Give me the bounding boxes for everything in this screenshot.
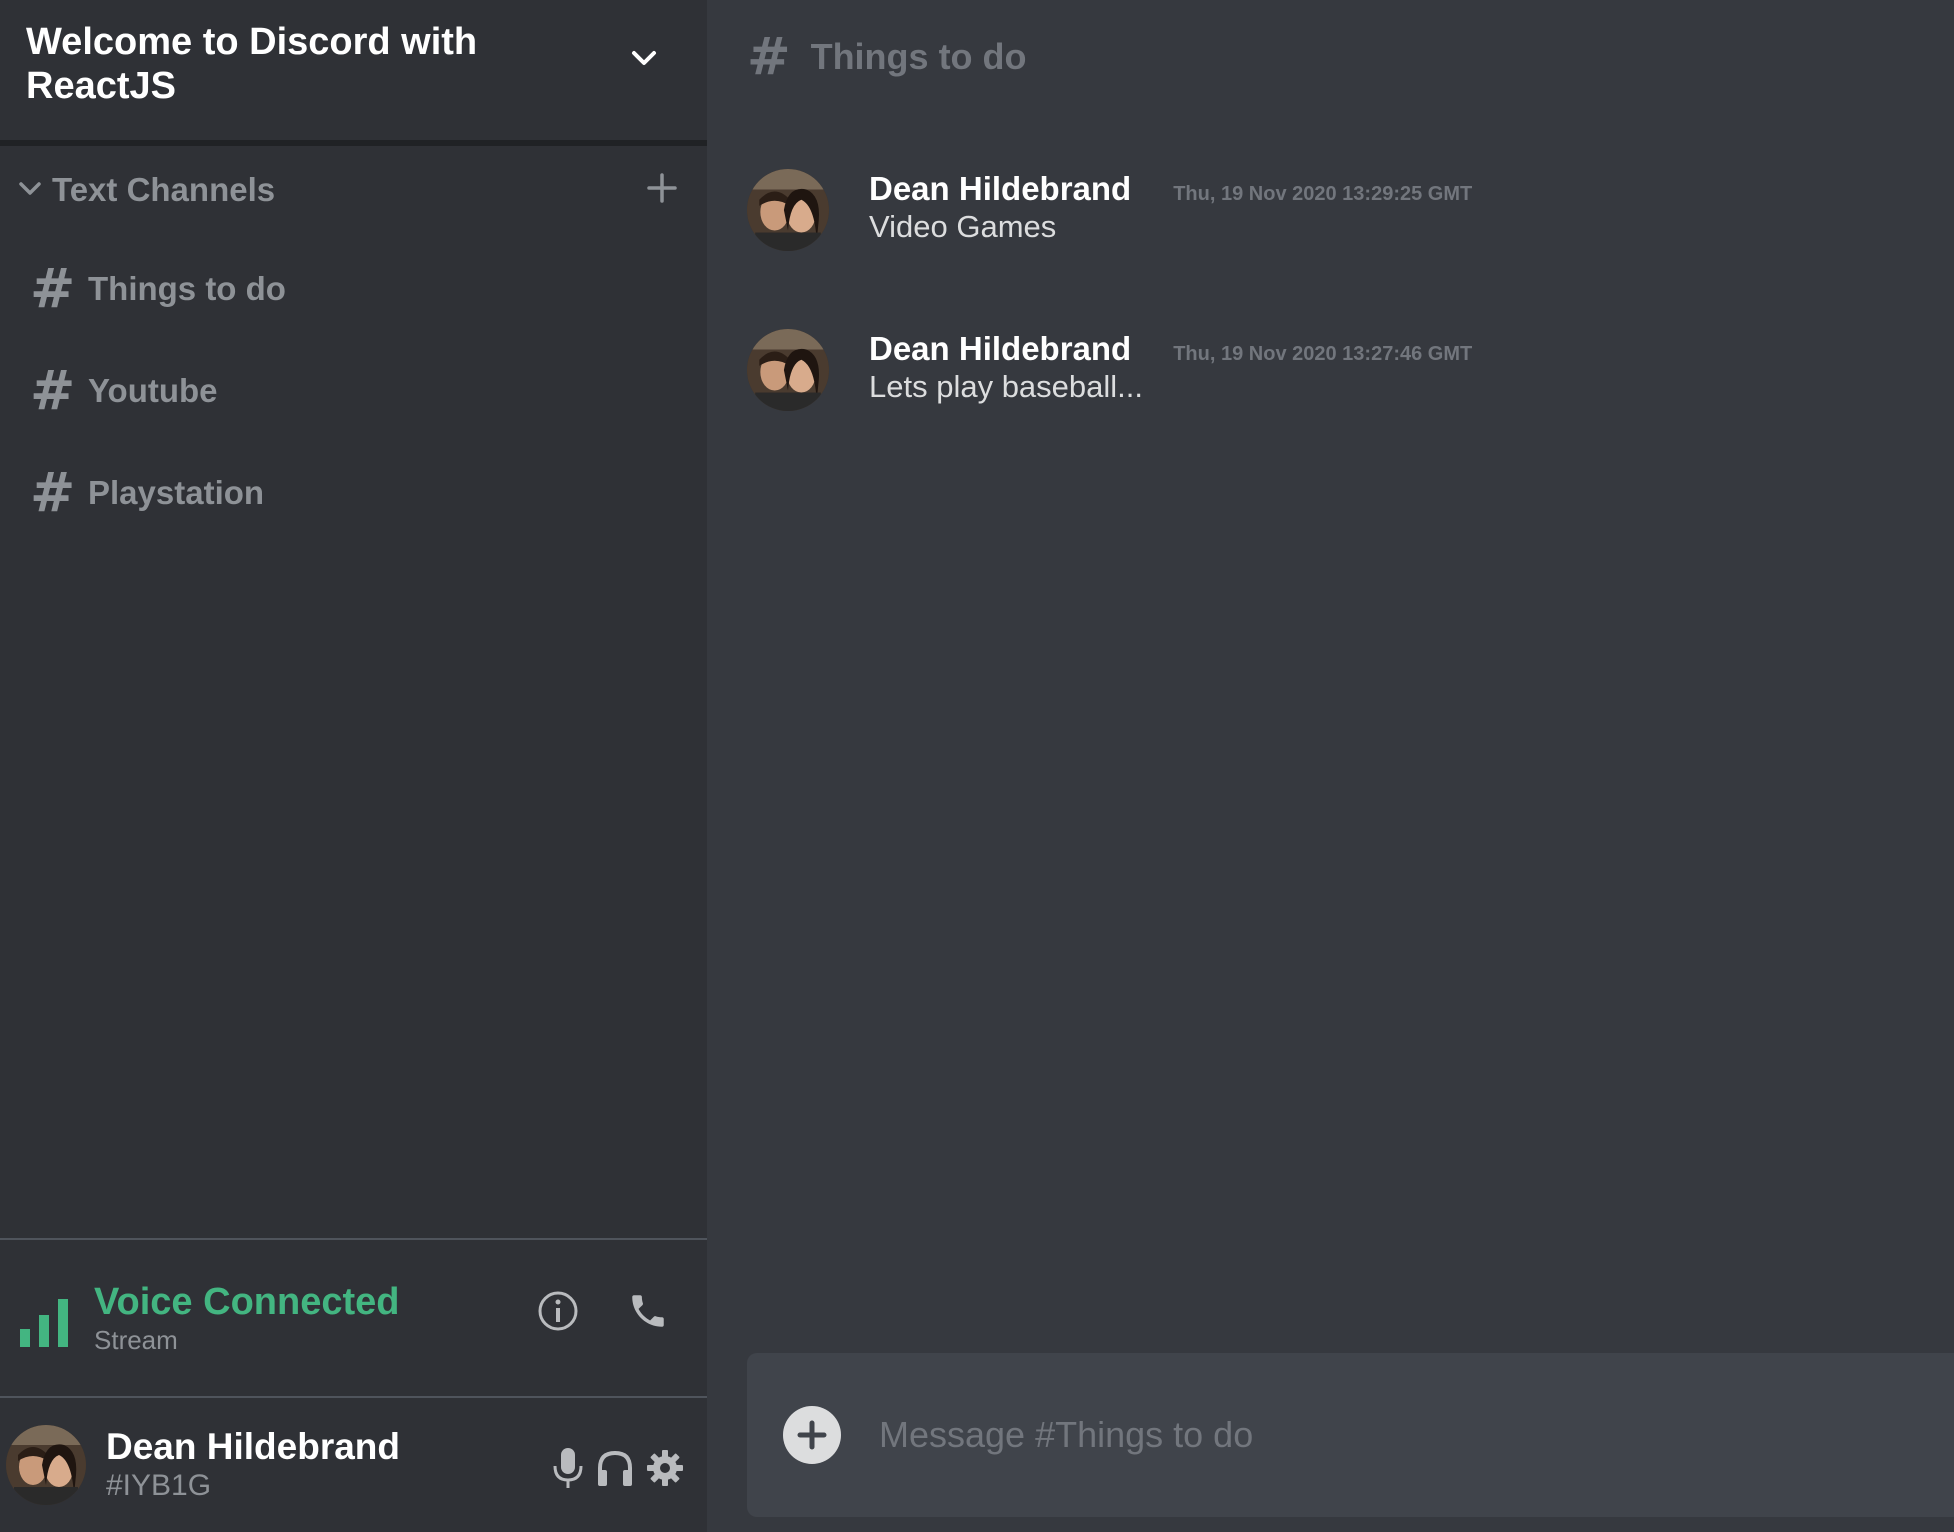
chat-title: Things to do [810,36,1027,77]
message: Dean Hildebrand Thu, 19 Nov 2020 13:29:2… [747,169,1472,251]
gear-icon[interactable] [645,1448,685,1493]
avatar[interactable] [747,329,829,411]
message-timestamp: Thu, 19 Nov 2020 13:29:25 GMT [1173,183,1473,205]
message: Dean Hildebrand Thu, 19 Nov 2020 13:27:4… [747,329,1472,411]
server-header[interactable]: Welcome to Discord with ReactJS [0,0,707,146]
hash-icon: # [30,359,76,422]
message-text: Lets play baseball... [869,369,1144,404]
text-channels-label: Text Channels [52,171,276,208]
message-author[interactable]: Dean Hildebrand [869,329,1131,369]
user-tag: #IYB1G [106,1469,212,1502]
discord-app: Welcome to Discord with ReactJS Text Cha… [0,0,1954,1532]
hash-icon: # [30,257,76,320]
channel-item-playstation[interactable]: # Playstation [0,442,707,544]
chevron-down-icon[interactable] [18,178,42,203]
chat-header: # Things to do [707,0,1954,114]
channel-item-youtube[interactable]: # Youtube [0,340,707,442]
message-text: Video Games [869,209,1057,244]
user-panel: Dean Hildebrand #IYB1G [0,1396,707,1532]
hash-icon: # [30,461,76,524]
voice-status: Voice Connected [94,1281,400,1323]
channel-label: Things to do [88,270,286,307]
message-composer [747,1353,1954,1517]
chat-area: # Things to do Dean Hildebrand Thu, 19 N… [707,0,1954,1532]
chevron-down-icon[interactable] [631,50,657,73]
avatar[interactable] [6,1425,86,1505]
channel-label: Playstation [88,474,265,511]
plus-circle-icon[interactable] [783,1406,841,1464]
voice-channel: Stream [94,1325,178,1355]
signal-bars-icon [20,1295,68,1352]
channel-item-things-to-do[interactable]: # Things to do [0,238,707,340]
sidebar: Welcome to Discord with ReactJS Text Cha… [0,0,707,1532]
message-timestamp: Thu, 19 Nov 2020 13:27:46 GMT [1173,343,1473,365]
hash-icon: # [747,27,791,87]
server-name: Welcome to Discord with ReactJS [26,21,478,107]
phone-icon[interactable] [627,1290,669,1337]
voice-panel: Voice Connected Stream [0,1238,707,1396]
channel-label: Youtube [88,372,218,409]
info-icon[interactable] [537,1290,579,1337]
text-channels-header: Text Channels [0,146,707,212]
avatar[interactable] [747,169,829,251]
message-input[interactable] [877,1413,1881,1457]
plus-icon[interactable] [647,172,677,208]
microphone-icon[interactable] [551,1446,585,1495]
user-name: Dean Hildebrand [106,1426,400,1467]
message-author[interactable]: Dean Hildebrand [869,169,1131,209]
channel-list: # Things to do # Youtube # Playstation [0,238,707,544]
headphones-icon[interactable] [595,1448,635,1493]
